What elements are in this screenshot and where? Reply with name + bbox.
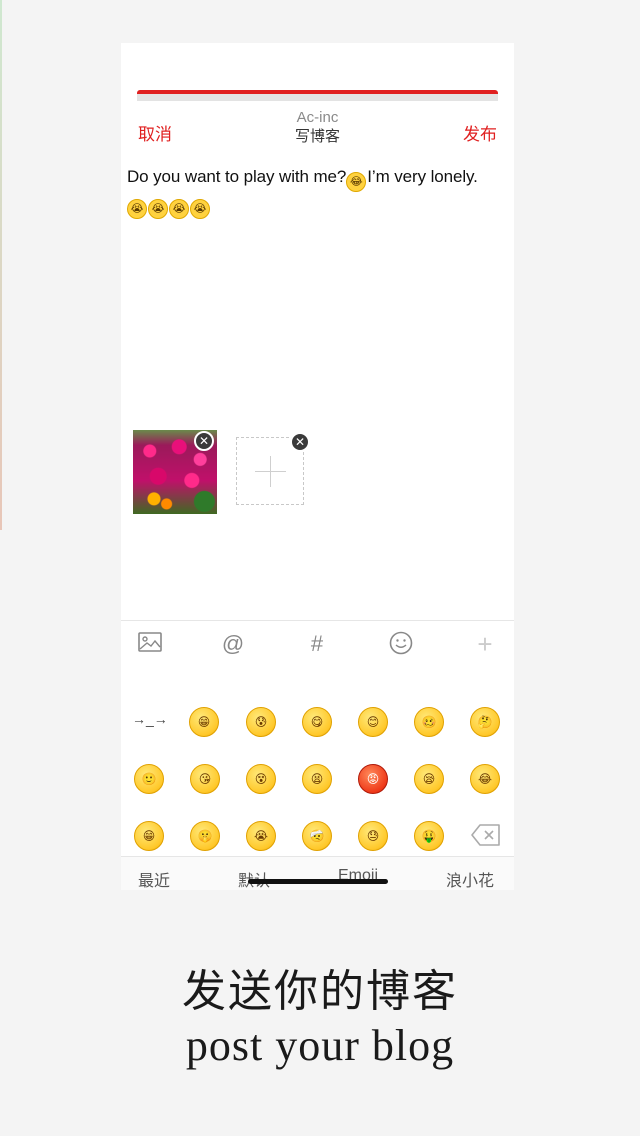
smiley-icon[interactable] [388, 631, 414, 657]
post-text-area[interactable]: Do you want to play with me? 😂 I’m very lo… [127, 165, 511, 219]
post-text-part2: I’m very lonely. [367, 167, 478, 186]
shy-emoji-icon[interactable]: 🥴 [414, 707, 444, 737]
upload-progress-bar [137, 90, 498, 101]
big-grin-emoji-icon[interactable]: 😁 [134, 821, 164, 851]
blush-emoji-icon[interactable]: 😊 [358, 707, 388, 737]
sob-emoji-icon[interactable]: 😭 [246, 821, 276, 851]
tongue-out-emoji-icon[interactable]: 😋 [302, 707, 332, 737]
navigation-bar: 取消 Ac-inc 写博客 发布 [121, 107, 514, 151]
emoji-category-tabs: 最近 默认 Emoji 浪小花 [121, 856, 514, 890]
compose-toolbar: @ # + [121, 620, 514, 666]
remove-slot-close-icon[interactable]: ✕ [290, 432, 310, 452]
yelling-emoji-icon[interactable]: 😫 [302, 764, 332, 794]
nav-username: Ac-inc [296, 109, 339, 126]
hush-emoji-icon[interactable]: 🤫 [190, 821, 220, 851]
sweat-emoji-icon[interactable]: 😓 [358, 821, 388, 851]
remove-photo-close-icon[interactable]: ✕ [194, 431, 214, 451]
plus-icon-v [270, 456, 271, 487]
laugh-cry-emoji-icon: 😂 [346, 172, 367, 192]
at-icon[interactable]: @ [220, 631, 246, 657]
laugh-cry-emoji-icon[interactable]: 😂 [470, 764, 500, 794]
crying-emoji-icon: 😭 [148, 199, 168, 219]
arrows-text-emoticon[interactable]: →_→ [132, 711, 168, 727]
post-text-part1: Do you want to play with me? [127, 167, 347, 186]
hurt-emoji-icon[interactable]: 🤕 [302, 821, 332, 851]
caption-chinese: 发送你的博客 [182, 966, 458, 1017]
sleepy-emoji-icon[interactable]: 😪 [414, 764, 444, 794]
sweat-surprised-emoji-icon[interactable]: 😰 [246, 707, 276, 737]
phone-screen: 取消 Ac-inc 写博客 发布 Do you want to play wit… [121, 43, 514, 890]
emoji-grid: →_→ 😁 😰 😋 😊 🥴 🤔 🙂 😘 😵 😫 😡 😪 😂 😁 🤫 😭 🤕 😓 … [121, 695, 514, 857]
grin-emoji-icon[interactable]: 😁 [189, 707, 219, 737]
backspace-icon[interactable] [471, 824, 501, 846]
crying-emoji-icon: 😭 [127, 199, 147, 219]
progress-track [137, 94, 498, 101]
kiss-heart-emoji-icon[interactable]: 😘 [190, 764, 220, 794]
thinking-emoji-icon[interactable]: 🤔 [470, 707, 500, 737]
angry-emoji-icon[interactable]: 😡 [358, 764, 388, 794]
home-indicator [248, 879, 388, 884]
image-icon[interactable] [137, 631, 163, 657]
dizzy-emoji-icon[interactable]: 😵 [246, 764, 276, 794]
publish-button[interactable]: 发布 [463, 120, 497, 145]
tab-recent[interactable]: 最近 [138, 867, 170, 890]
caption-english: post your blog [185, 1021, 455, 1070]
hashtag-icon[interactable]: # [304, 631, 330, 657]
page-title: 写博客 [294, 128, 340, 145]
left-edge-accent [0, 0, 2, 530]
plus-icon[interactable]: + [472, 631, 498, 657]
nav-title-block: Ac-inc 写博客 [121, 109, 514, 147]
crying-emoji-icon: 😭 [169, 199, 189, 219]
smile-emoji-icon[interactable]: 🙂 [134, 764, 164, 794]
money-eyes-emoji-icon[interactable]: 🤑 [414, 821, 444, 851]
crying-emoji-icon: 😭 [190, 199, 210, 219]
tab-lang-xiaohua[interactable]: 浪小花 [446, 867, 494, 890]
